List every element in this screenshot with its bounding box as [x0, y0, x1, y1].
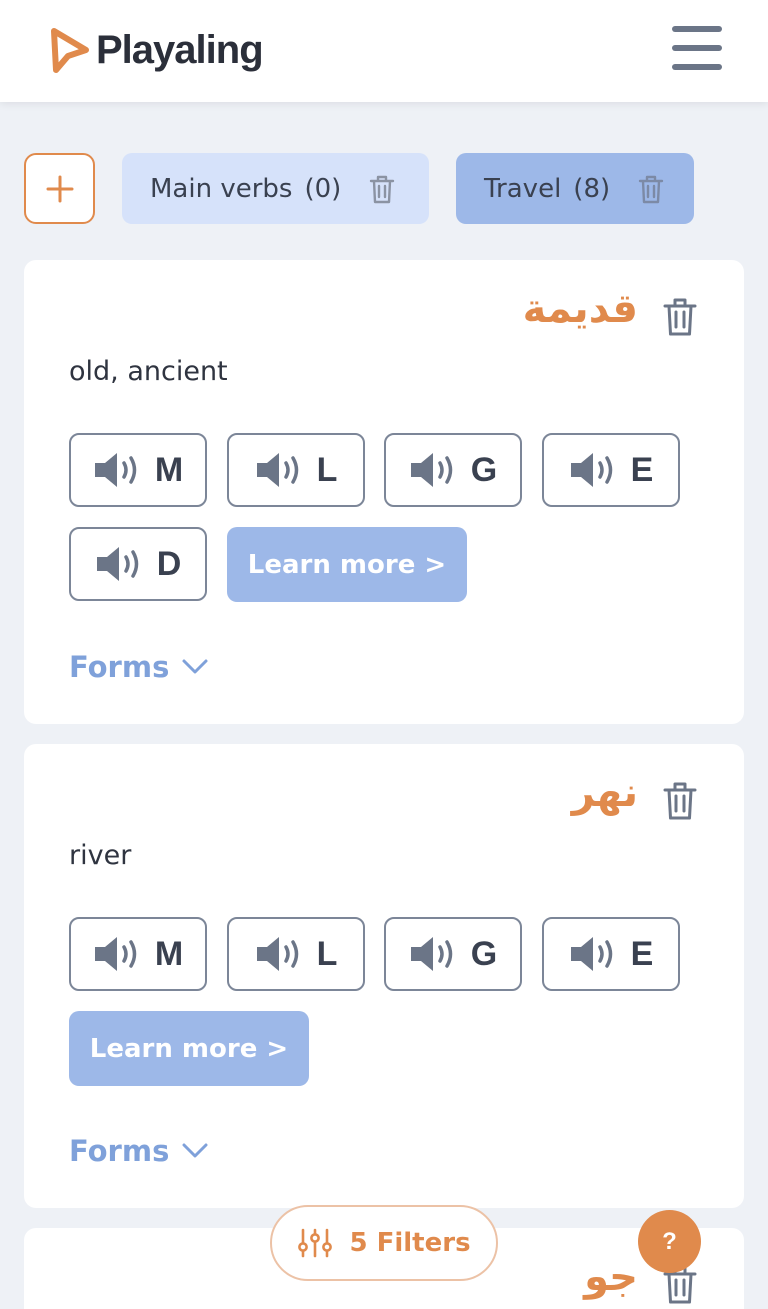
speaker-icon	[96, 547, 138, 581]
speaker-icon	[256, 937, 298, 971]
audio-button-label: M	[154, 450, 184, 489]
audio-button-label: L	[316, 450, 338, 489]
logo-icon	[51, 28, 89, 73]
word-arabic: قديمة	[522, 286, 638, 332]
word-card: قديمة old, ancient M L G E D Learn more …	[24, 260, 744, 724]
speaker-icon	[256, 453, 298, 487]
audio-button-d[interactable]: D	[69, 527, 207, 601]
filters-label: 5 Filters	[349, 1228, 471, 1258]
learn-more-button[interactable]: Learn more >	[69, 1011, 309, 1086]
filters-button[interactable]: 5 Filters	[270, 1205, 498, 1281]
list-tab-count: (8)	[573, 173, 611, 204]
sliders-icon	[298, 1228, 333, 1258]
speaker-icon	[570, 453, 612, 487]
list-tab-label: Main verbs	[150, 173, 293, 204]
chevron-down-icon	[182, 659, 208, 674]
list-tab-count: (0)	[304, 173, 342, 204]
audio-button-e[interactable]: E	[542, 433, 680, 507]
audio-button-label: M	[154, 934, 184, 973]
list-tab-main-verbs[interactable]: Main verbs (0)	[122, 153, 429, 224]
audio-button-m[interactable]: M	[69, 917, 207, 991]
word-translation: river	[69, 840, 132, 871]
forms-toggle[interactable]: Forms	[69, 1134, 209, 1168]
list-tab-travel[interactable]: Travel (8)	[456, 153, 694, 224]
chevron-down-icon	[182, 1143, 208, 1158]
word-arabic: نهر	[571, 770, 638, 816]
speaker-icon	[410, 937, 453, 971]
forms-label: Forms	[69, 1134, 170, 1168]
audio-button-g[interactable]: G	[384, 433, 522, 507]
app-logo-text[interactable]: Playaling	[96, 26, 264, 74]
audio-button-l[interactable]: L	[227, 917, 365, 991]
learn-more-button[interactable]: Learn more >	[227, 527, 467, 602]
speaker-icon	[94, 937, 137, 971]
menu-icon[interactable]	[672, 24, 722, 74]
trash-icon[interactable]	[662, 780, 698, 822]
app-header: Playaling	[0, 0, 768, 102]
forms-label: Forms	[69, 650, 170, 684]
audio-button-label: D	[156, 544, 182, 583]
add-list-button[interactable]	[24, 153, 95, 224]
speaker-icon	[410, 453, 453, 487]
word-translation: old, ancient	[69, 356, 228, 387]
speaker-icon	[570, 937, 612, 971]
trash-icon[interactable]	[662, 296, 698, 338]
list-tab-label: Travel	[484, 173, 562, 204]
word-arabic: جو	[584, 1254, 638, 1300]
speaker-icon	[94, 453, 137, 487]
audio-button-e[interactable]: E	[542, 917, 680, 991]
forms-toggle[interactable]: Forms	[69, 650, 209, 684]
audio-button-l[interactable]: L	[227, 433, 365, 507]
audio-button-m[interactable]: M	[69, 433, 207, 507]
help-button[interactable]: ?	[638, 1210, 701, 1273]
audio-button-g[interactable]: G	[384, 917, 522, 991]
word-card: نهر river M L G E Learn more > Forms	[24, 744, 744, 1208]
audio-button-label: G	[470, 450, 498, 489]
audio-button-label: L	[316, 934, 338, 973]
audio-button-label: E	[630, 450, 654, 489]
audio-button-label: E	[630, 934, 654, 973]
trash-icon[interactable]	[636, 173, 666, 205]
trash-icon[interactable]	[367, 173, 397, 205]
plus-icon	[46, 175, 74, 203]
audio-button-label: G	[470, 934, 498, 973]
